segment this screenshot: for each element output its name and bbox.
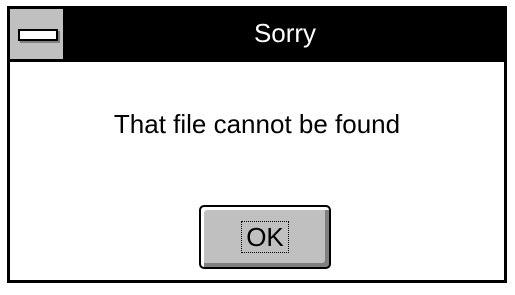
ok-button[interactable]: OK <box>199 205 331 269</box>
system-menu-icon <box>18 29 58 41</box>
title-bar[interactable]: Sorry <box>10 9 504 62</box>
ok-button-label: OK <box>241 221 289 253</box>
error-dialog: Sorry That file cannot be found OK <box>7 6 507 283</box>
error-message: That file cannot be found <box>113 109 401 139</box>
system-menu-button[interactable] <box>10 9 66 59</box>
dialog-title: Sorry <box>253 18 317 48</box>
